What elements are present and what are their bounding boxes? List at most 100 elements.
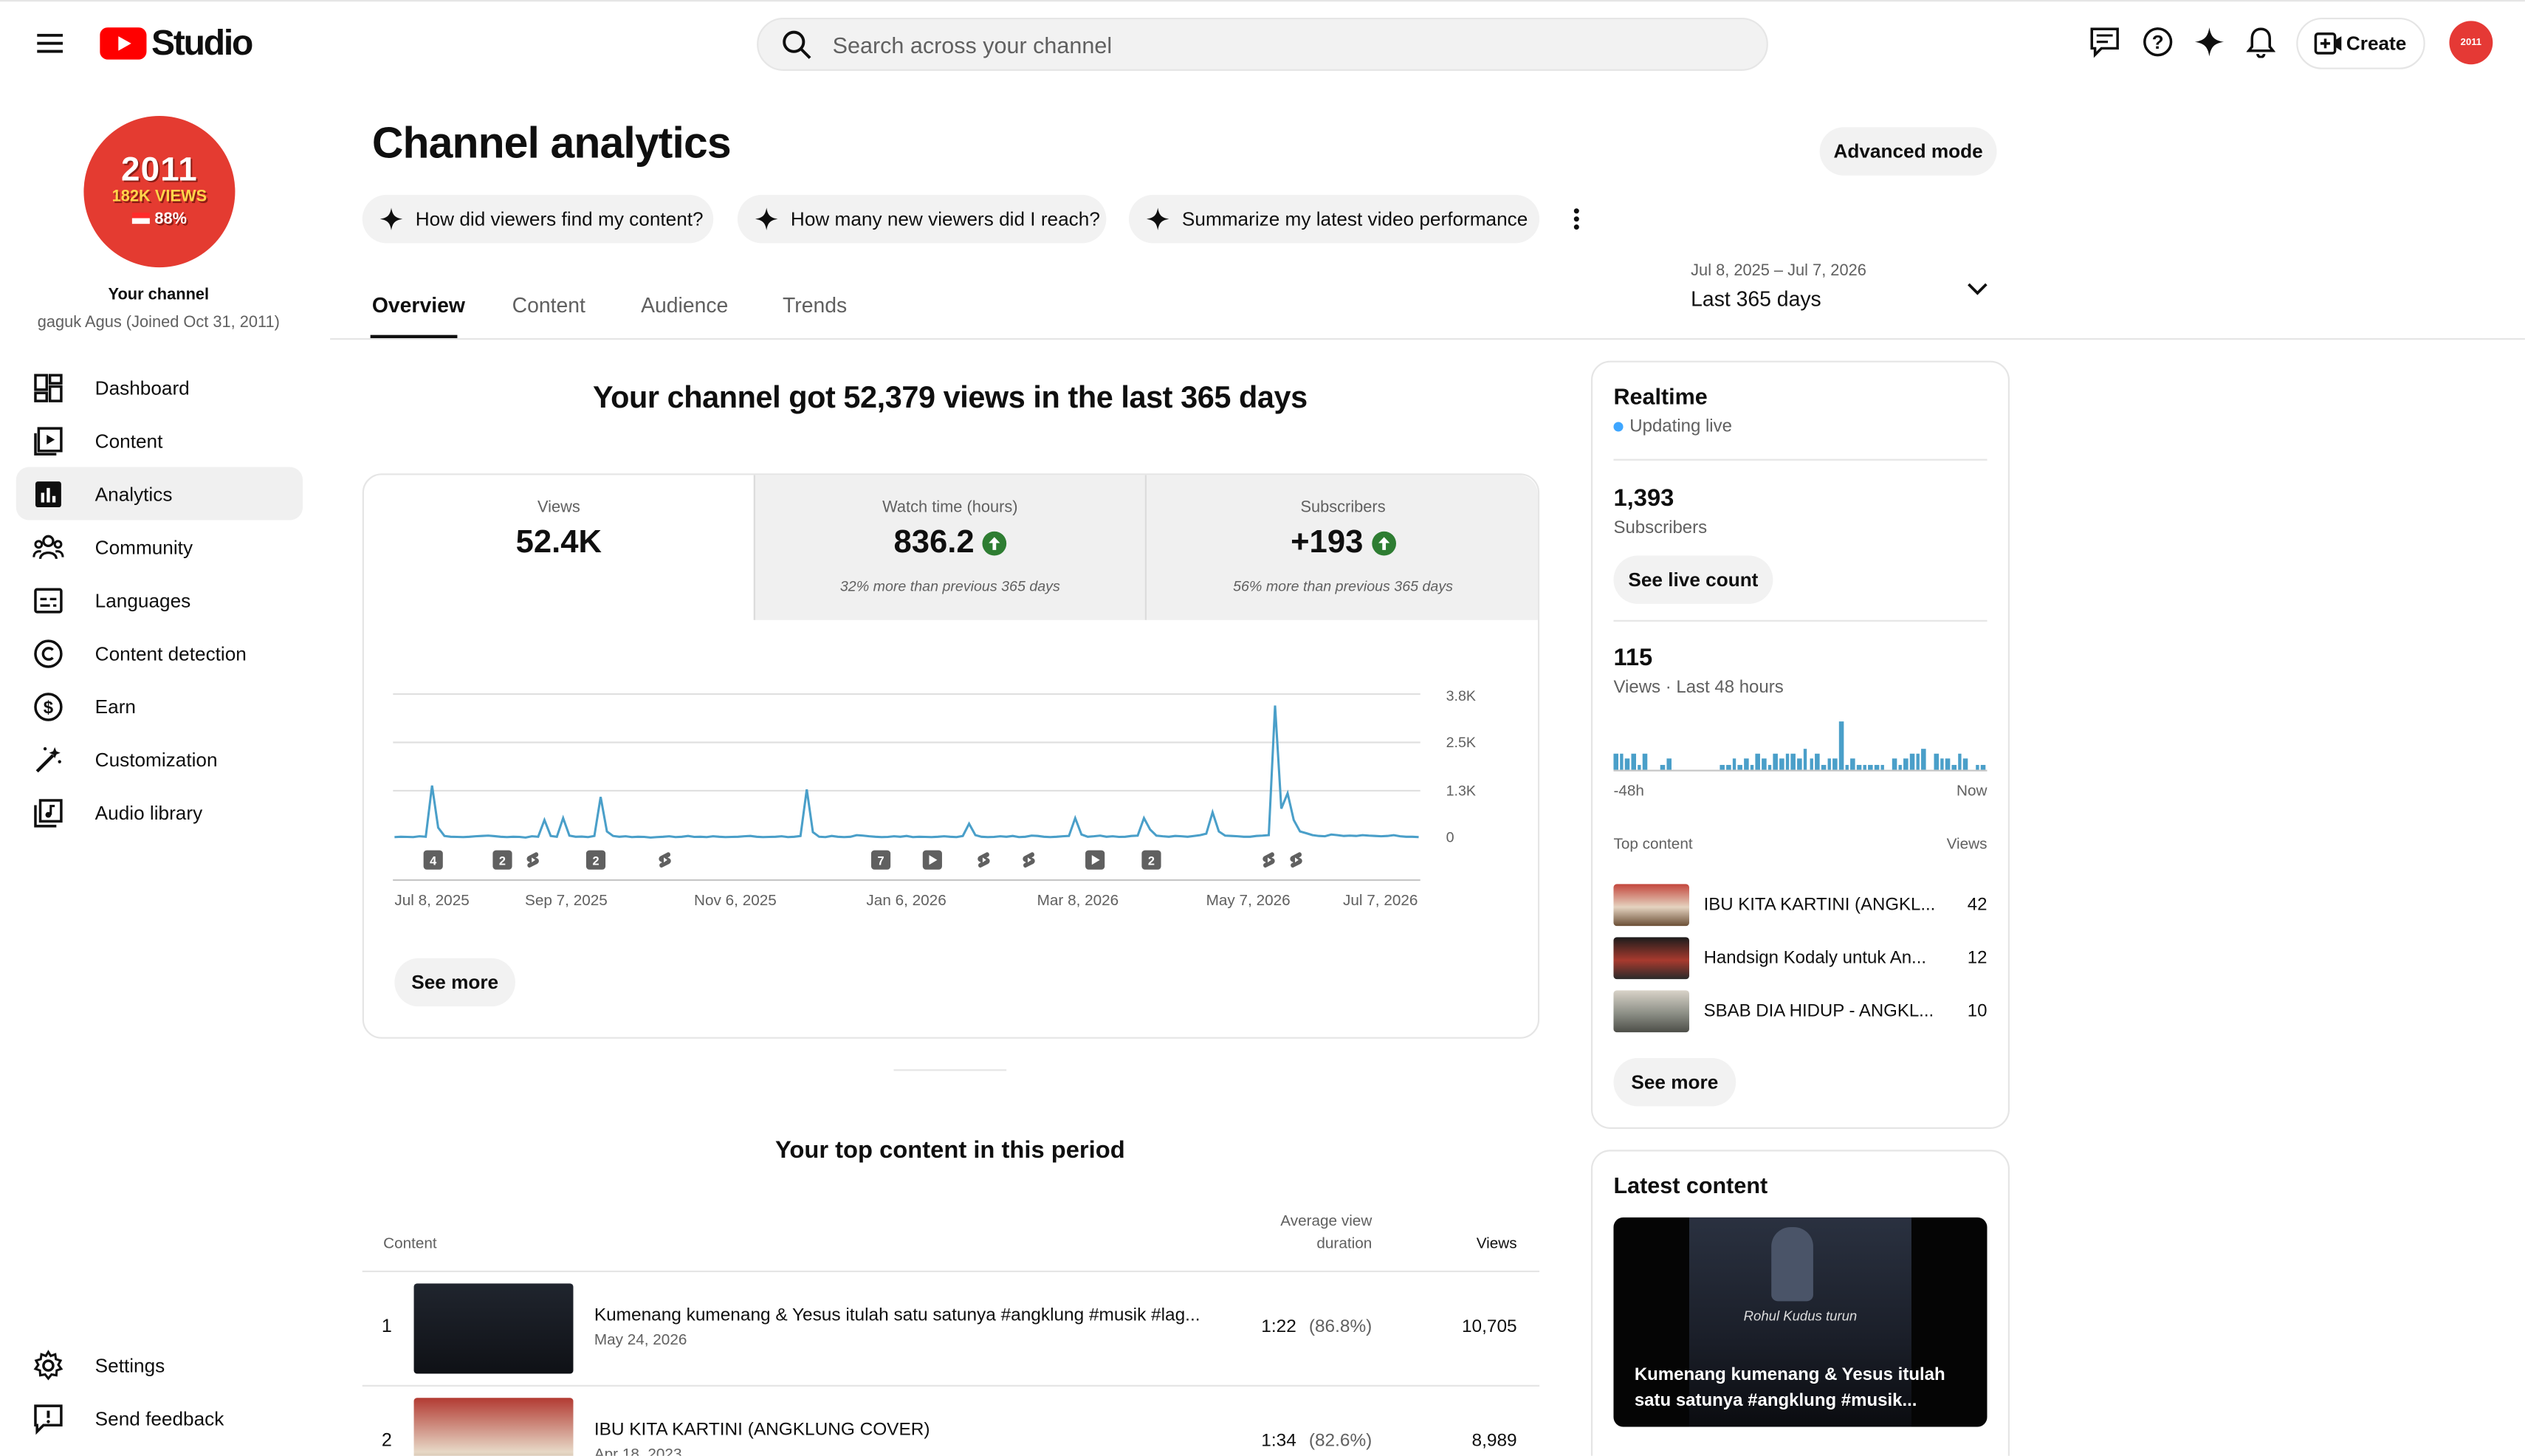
metric-tab-1[interactable]: Watch time (hours) 836.2 32% more than pre… — [754, 475, 1147, 619]
content-icon — [32, 425, 65, 458]
video-thumbnail[interactable] — [1613, 937, 1689, 980]
shorts-marker-icon[interactable] — [1260, 851, 1279, 870]
metric-tab-0[interactable]: Views 52.4K — [363, 475, 755, 619]
see-live-count-button[interactable]: See live count — [1613, 555, 1773, 604]
thumb-overlay: Rohul Kudus turun — [1743, 1308, 1858, 1324]
shorts-marker-icon[interactable] — [1020, 851, 1039, 870]
shorts-marker-icon[interactable] — [656, 851, 675, 870]
sidebar-item-audio-library[interactable]: Audio library — [16, 786, 303, 839]
realtime-content-item[interactable]: Handsign Kodaly untuk An... 12 — [1613, 937, 1987, 980]
menu-icon[interactable] — [30, 24, 69, 63]
video-marker-icon[interactable] — [1085, 850, 1105, 870]
shorts-marker-icon[interactable] — [523, 851, 543, 870]
search-icon[interactable] — [781, 29, 814, 61]
realtime-content-item[interactable]: SBAB DIA HIDUP - ANGKL... 10 — [1613, 990, 1987, 1033]
realtime-bar — [1762, 758, 1766, 770]
realtime-bar — [1874, 764, 1879, 770]
sidebar-item-languages[interactable]: Languages — [16, 573, 303, 626]
realtime-title: Realtime — [1613, 383, 1708, 409]
your-channel-label[interactable]: Your channel — [0, 286, 317, 304]
table-row[interactable]: 2 IBU KITA KARTINI (ANGKLUNG COVER) Apr 18… — [363, 1395, 1539, 1456]
sidebar-item-label: Analytics — [95, 482, 173, 505]
notifications-icon[interactable] — [2243, 24, 2278, 60]
comments-icon[interactable] — [2087, 24, 2123, 60]
sparkle-icon[interactable] — [2191, 24, 2227, 60]
col-avg-duration-2: duration — [1316, 1234, 1373, 1253]
tab-trends[interactable]: Trends — [783, 293, 847, 317]
sparkle-icon — [755, 207, 778, 230]
shorts-marker-icon[interactable] — [975, 851, 994, 870]
realtime-see-more-button[interactable]: See more — [1613, 1057, 1736, 1107]
sidebar-item-settings[interactable]: Settings — [16, 1338, 303, 1391]
sidebar-item-content-detection[interactable]: Content detection — [16, 626, 303, 679]
help-icon[interactable]: ? — [2140, 24, 2176, 60]
studio-logo[interactable]: Studio — [100, 23, 253, 63]
shorts-marker-icon[interactable] — [1287, 851, 1306, 870]
search-input[interactable] — [832, 29, 1638, 61]
x-tick-label: Jul 8, 2025 — [394, 892, 470, 910]
sidebar-item-dashboard[interactable]: Dashboard — [16, 361, 303, 414]
metric-tab-2[interactable]: Subscribers +193 56% more than previous 36… — [1147, 475, 1539, 619]
suggestion-chip[interactable]: Summarize my latest video performance — [1128, 194, 1540, 244]
realtime-views-label: Views · Last 48 hours — [1613, 678, 1784, 698]
realtime-bar — [1838, 721, 1844, 770]
suggestion-chip[interactable]: How did viewers find my content? — [362, 194, 714, 244]
tab-audience[interactable]: Audience — [641, 293, 728, 317]
realtime-views-value: 115 — [1613, 644, 1653, 672]
chart-marker[interactable]: 2 — [585, 850, 606, 870]
settings-icon — [32, 1350, 65, 1382]
latest-thumbnail[interactable]: Rohul Kudus turun Kumenang kumenang & Ye… — [1613, 1217, 1988, 1427]
see-more-button[interactable]: See more — [394, 958, 515, 1007]
x-tick-label: Jul 7, 2026 — [1343, 892, 1418, 910]
chart-marker[interactable]: 2 — [1141, 850, 1161, 870]
realtime-item-title: IBU KITA KARTINI (ANGKL... — [1703, 895, 1936, 915]
advanced-mode-button[interactable]: Advanced mode — [1819, 127, 1997, 176]
realtime-content-item[interactable]: IBU KITA KARTINI (ANGKL... 42 — [1613, 884, 1987, 927]
realtime-bar — [1963, 758, 1968, 770]
video-thumbnail[interactable] — [413, 1283, 574, 1374]
video-thumbnail[interactable] — [413, 1398, 574, 1456]
realtime-bar — [1981, 764, 1986, 770]
tab-overview[interactable]: Overview — [372, 293, 465, 317]
more-options-icon[interactable] — [1562, 203, 1591, 236]
marker-count: 7 — [877, 852, 884, 868]
search-bar[interactable] — [757, 17, 1768, 71]
sidebar-item-content[interactable]: Content — [16, 414, 303, 467]
realtime-bar — [1945, 758, 1951, 770]
table-row[interactable]: 1 Kumenang kumenang & Yesus itulah satu s… — [363, 1280, 1539, 1380]
sidebar-item-community[interactable]: Community — [16, 520, 303, 573]
metric-comparison: 32% more than previous 365 days — [839, 578, 1060, 594]
col-views[interactable]: Views — [1417, 1235, 1517, 1253]
date-range-picker[interactable]: Jul 8, 2025 – Jul 7, 2026 Last 365 days — [1691, 263, 1996, 321]
chart-marker[interactable]: 7 — [870, 850, 891, 870]
chip-label: How many new viewers did I reach? — [790, 207, 1100, 230]
realtime-bar — [1940, 758, 1944, 770]
video-thumbnail[interactable] — [1613, 990, 1689, 1033]
video-thumbnail[interactable] — [1613, 884, 1689, 927]
realtime-bar — [1856, 764, 1861, 770]
realtime-bar — [1750, 764, 1754, 770]
sidebar-item-analytics[interactable]: Analytics — [16, 467, 303, 521]
sidebar-item-earn[interactable]: $ Earn — [16, 679, 303, 732]
chart-line-views — [394, 705, 1419, 839]
avatar-pct-text: 88% — [154, 210, 188, 229]
account-avatar[interactable]: 2011 — [2449, 21, 2493, 65]
tab-content[interactable]: Content — [512, 293, 585, 317]
date-range: Jul 8, 2025 – Jul 7, 2026 — [1691, 262, 1866, 281]
realtime-bar — [1773, 753, 1779, 770]
chart-marker[interactable]: 4 — [423, 850, 443, 870]
realtime-bar — [1803, 748, 1808, 770]
channel-avatar[interactable]: 2011 182K VIEWS 88% — [83, 116, 236, 268]
realtime-bar — [1809, 758, 1814, 770]
video-title[interactable]: Kumenang kumenang & Yesus itulah satu sa… — [594, 1306, 1231, 1325]
suggestion-chip[interactable]: How many new viewers did I reach? — [737, 194, 1107, 244]
x-tick-label: Mar 8, 2026 — [1037, 892, 1119, 910]
sidebar-item-send-feedback[interactable]: Send feedback — [16, 1391, 303, 1444]
video-marker-icon[interactable] — [922, 850, 942, 870]
video-title[interactable]: IBU KITA KARTINI (ANGKLUNG COVER) — [594, 1421, 1231, 1440]
col-avg-duration[interactable]: Average view duration — [1227, 1211, 1372, 1256]
chart-marker[interactable]: 2 — [492, 850, 512, 870]
create-button[interactable]: Create — [2296, 17, 2425, 69]
realtime-bar — [1910, 753, 1914, 770]
sidebar-item-customization[interactable]: Customization — [16, 732, 303, 786]
